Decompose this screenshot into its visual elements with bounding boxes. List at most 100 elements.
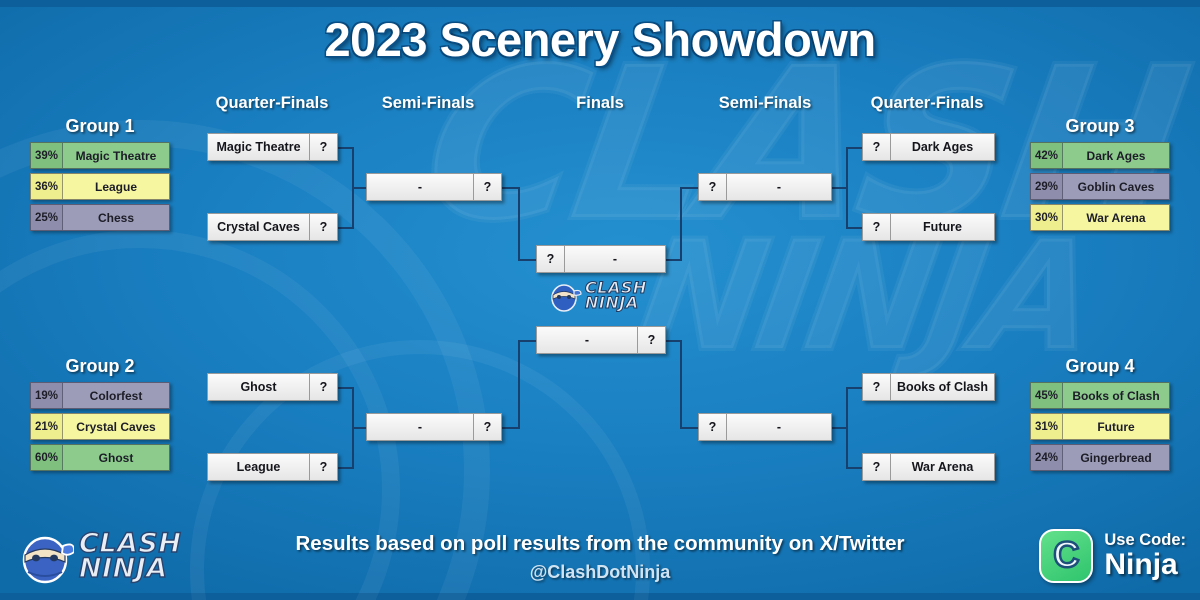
match-qf-left-4-score: ? [309,454,337,480]
match-qf-left-3-score: ? [309,374,337,400]
group-1-row-2-percent: 36% [31,174,63,199]
group-1-row-1-percent: 39% [31,143,63,168]
group-2-row-3: 60% Ghost [30,444,170,471]
match-sf-right-2-score: ? [699,414,727,440]
group-1-row-2-name: League [94,179,137,194]
connector [502,427,520,429]
connector [846,387,862,389]
group-2-row-2-percent: 21% [31,414,63,439]
connector [832,187,848,189]
match-final-bottom-team: - [584,333,590,347]
creator-code-block[interactable]: C Use Code: Ninja [1039,524,1186,588]
group-3-row-3: 30% War Arena [1030,204,1170,231]
match-qf-left-1-team: Magic Theatre [216,140,301,154]
match-qf-right-1-score: ? [863,134,891,160]
connector [338,227,354,229]
ninja-mask-icon [22,536,74,584]
connector [680,427,698,429]
bracket-canvas: CLASH NINJA 2023 Scenery Showdown Quarte… [0,0,1200,600]
group-3-row-3-name: War Arena [1086,210,1146,225]
match-sf-left-2-team: - [417,420,423,434]
group-title-1: Group 1 [65,116,135,136]
connector [518,340,536,342]
match-sf-left-1[interactable]: - ? [366,173,502,201]
creator-code-label: Use Code: [1104,530,1186,549]
group-4-row-1: 45% Books of Clash [1030,382,1170,409]
round-label-quarter-finals-right: Quarter-Finals [870,94,984,112]
group-title-4: Group 4 [1065,356,1135,376]
connector [338,387,354,389]
connector [832,427,848,429]
match-final-top-score: ? [537,246,565,272]
group-3-row-1: 42% Dark Ages [1030,142,1170,169]
group-1-row-3-percent: 25% [31,205,63,230]
match-qf-right-4-score: ? [863,454,891,480]
match-qf-right-2[interactable]: ? Future [862,213,995,241]
creator-code-value: Ninja [1104,547,1178,581]
connector [518,187,520,260]
group-4-row-1-name: Books of Clash [1072,388,1160,403]
match-qf-right-3[interactable]: ? Books of Clash [862,373,995,401]
connector [846,147,862,149]
connector [338,467,354,469]
match-sf-left-2[interactable]: - ? [366,413,502,441]
group-title-3: Group 3 [1065,116,1135,136]
match-qf-right-1-team: Dark Ages [911,140,974,154]
match-sf-right-2-team: - [776,420,782,434]
connector [352,427,366,429]
center-logo-line2: NINJA [585,293,639,312]
group-1-row-1: 39% Magic Theatre [30,142,170,169]
connector [352,187,366,189]
group-4-row-2: 31% Future [1030,413,1170,440]
match-sf-right-1-score: ? [699,174,727,200]
center-clash-ninja-logo: CLASH NINJA [548,276,660,316]
match-sf-left-1-score: ? [473,174,501,200]
group-3-row-2-percent: 29% [1031,174,1063,199]
group-1-row-3: 25% Chess [30,204,170,231]
group-1-row-2: 36% League [30,173,170,200]
match-final-bottom[interactable]: - ? [536,326,666,354]
group-4-row-2-name: Future [1097,419,1135,434]
round-label-quarter-finals-left: Quarter-Finals [215,94,329,112]
footer-logo-line2: NINJA [78,553,168,584]
group-3-row-1-percent: 42% [1031,143,1063,168]
group-2-row-3-name: Ghost [98,450,134,465]
match-sf-right-1[interactable]: ? - [698,173,832,201]
match-qf-right-4[interactable]: ? War Arena [862,453,995,481]
match-qf-left-3[interactable]: Ghost ? [207,373,338,401]
match-qf-right-2-score: ? [863,214,891,240]
match-qf-left-1[interactable]: Magic Theatre ? [207,133,338,161]
match-qf-left-3-team: Ghost [240,380,277,394]
connector [846,147,848,229]
connector [502,187,520,189]
page-title: 2023 Scenery Showdown [324,13,876,66]
round-label-semi-finals-left: Semi-Finals [381,94,475,112]
connector [846,387,848,469]
match-qf-right-4-team: War Arena [911,460,974,474]
ninja-mask-icon [551,284,582,312]
group-2-row-2: 21% Crystal Caves [30,413,170,440]
group-2-row-1-percent: 19% [31,383,63,408]
match-sf-right-1-team: - [776,180,782,194]
group-4-row-3-percent: 24% [1031,445,1063,470]
connector [352,147,354,229]
match-qf-left-4-team: League [236,460,281,474]
match-sf-left-1-team: - [417,180,423,194]
connector [680,341,682,429]
match-sf-right-2[interactable]: ? - [698,413,832,441]
group-3-row-2-name: Goblin Caves [1077,179,1155,194]
match-qf-right-3-score: ? [863,374,891,400]
connector [846,467,862,469]
group-3-row-2: 29% Goblin Caves [1030,173,1170,200]
group-title-2: Group 2 [65,356,135,376]
group-2-row-1-name: Colorfest [89,388,143,403]
group-2-row-3-percent: 60% [31,445,63,470]
match-qf-right-1[interactable]: ? Dark Ages [862,133,995,161]
match-final-top[interactable]: ? - [536,245,666,273]
group-2-row-1: 19% Colorfest [30,382,170,409]
match-final-top-team: - [612,252,618,266]
match-qf-left-2[interactable]: Crystal Caves ? [207,213,338,241]
match-qf-right-2-team: Future [923,220,962,234]
connector [518,259,536,261]
match-qf-left-4[interactable]: League ? [207,453,338,481]
